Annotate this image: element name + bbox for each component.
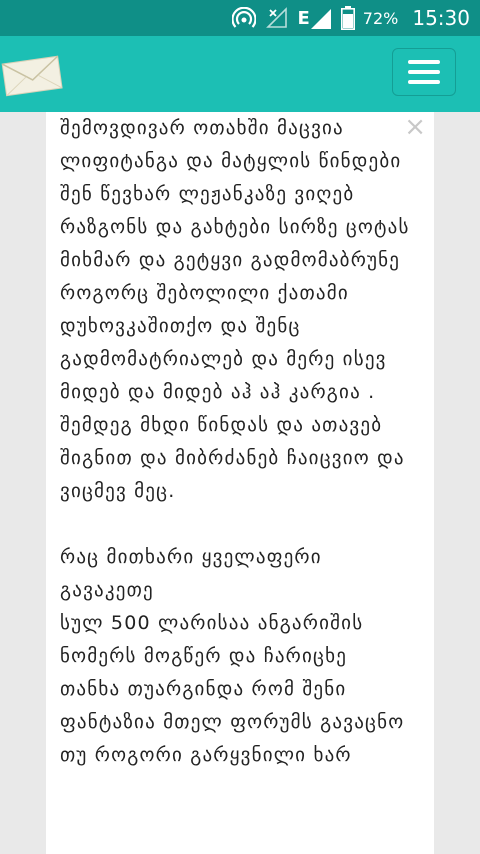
menu-bar-icon (408, 80, 440, 84)
status-bar: E 72% 15:30 (0, 0, 480, 36)
no-signal-icon (265, 7, 288, 29)
battery-percentage: 72% (362, 8, 399, 28)
post-paragraph: შემოვდივარ ოთახში მაცვია ლიფიტანგა და მა… (60, 117, 410, 502)
menu-bar-icon (408, 60, 440, 64)
menu-bar-icon (408, 70, 440, 74)
envelope-logo-icon[interactable] (0, 52, 64, 102)
post-text: შემოვდივარ ოთახში მაცვია ლიფიტანგა და მა… (60, 112, 410, 772)
clock: 15:30 (412, 6, 470, 30)
network-type-label: E (297, 7, 310, 29)
post-content: × შემოვდივარ ოთახში მაცვია ლიფიტანგა და … (46, 112, 434, 854)
post-line: რაც მითხარი ყველაფერი გავაკეთე (60, 546, 322, 601)
hamburger-menu-button[interactable] (392, 48, 456, 96)
post-line: სულ 500 ლარისაა ანგარიშის ნომერს მოგწერ … (60, 612, 405, 766)
mobile-signal-icon: E (298, 7, 331, 29)
battery-icon (340, 6, 355, 30)
app-bar (0, 36, 480, 112)
hotspot-icon (231, 7, 256, 29)
